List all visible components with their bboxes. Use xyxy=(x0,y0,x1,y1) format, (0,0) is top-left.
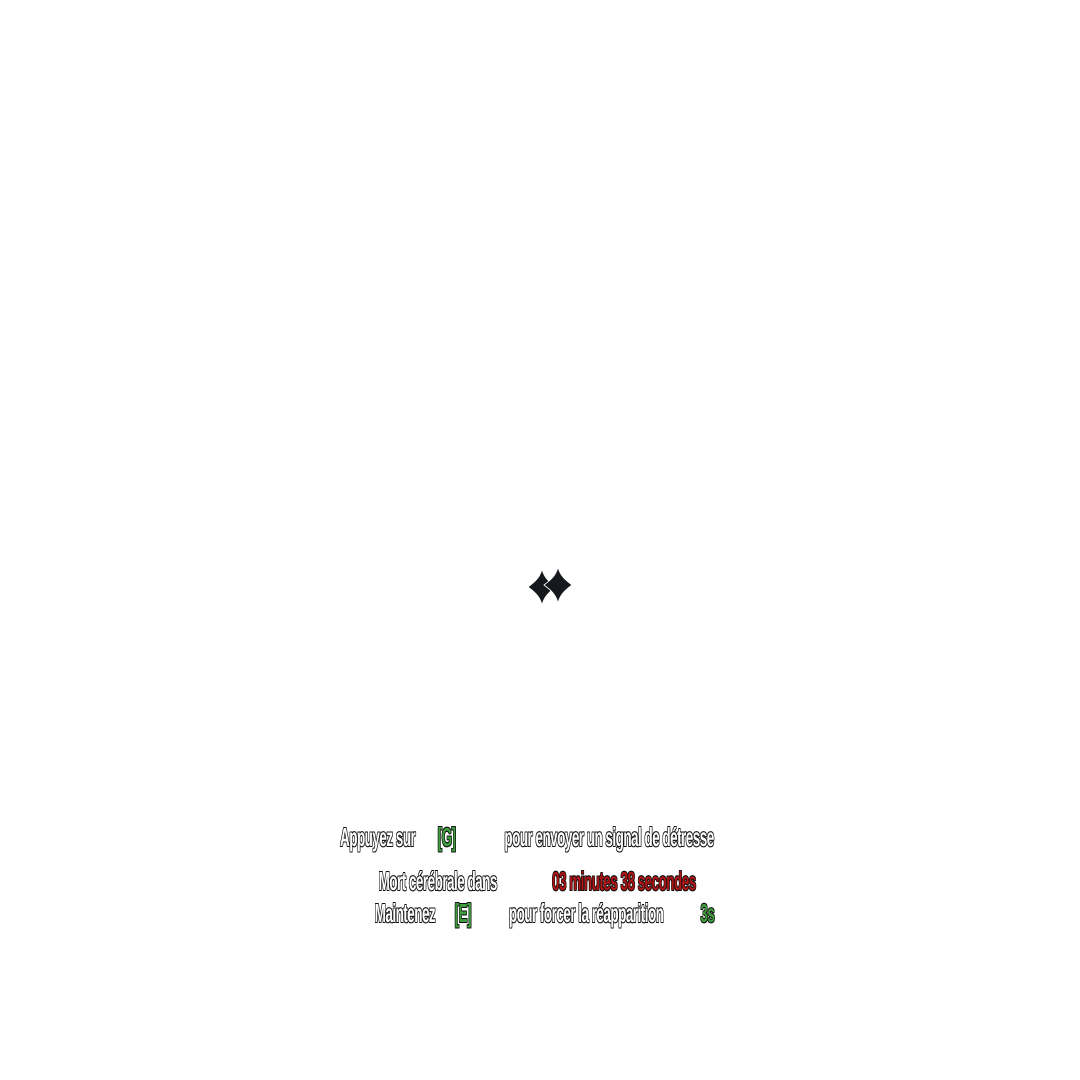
distress-prefix: Appuyez sur xyxy=(340,822,416,853)
brain-death-timer-line: Mort cérébrale dans 03 minutes 38 second… xyxy=(0,866,1080,897)
game-viewport: Appuyez sur [G] pour envoyer un signal d… xyxy=(0,0,1080,1080)
distress-signal-prompt: Appuyez sur [G] pour envoyer un signal d… xyxy=(0,822,1080,853)
distress-suffix: pour envoyer un signal de détresse xyxy=(504,822,714,853)
distress-key: [G] xyxy=(437,822,457,853)
double-diamond-logo-icon xyxy=(527,566,573,606)
logo-right-diamond xyxy=(543,566,573,604)
respawn-key: [E] xyxy=(454,898,471,929)
brain-death-prefix: Mort cérébrale dans xyxy=(378,866,498,897)
respawn-prefix: Maintenez xyxy=(374,898,436,929)
respawn-hold-time: 3s xyxy=(700,898,715,929)
force-respawn-prompt: Maintenez [E] pour forcer la réapparitio… xyxy=(0,898,1080,929)
respawn-middle: pour forcer la réapparition xyxy=(508,898,664,929)
brain-death-timer: 03 minutes 38 secondes xyxy=(552,866,697,897)
